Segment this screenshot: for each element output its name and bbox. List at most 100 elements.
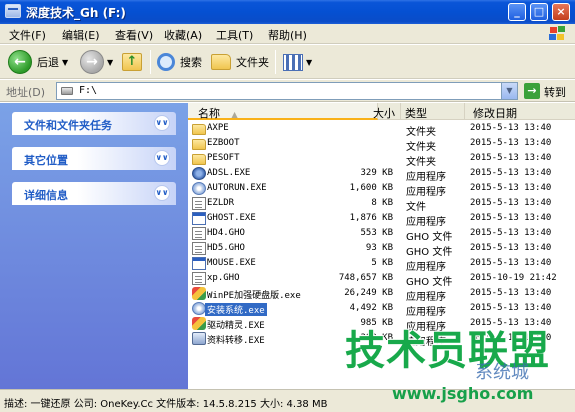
menu-edit[interactable]: 编辑(E) [62, 27, 100, 43]
file-modified: 2015-5-13 13:40 [470, 198, 552, 208]
file-row[interactable]: MOUSE.EXE 5 KB 应用程序 2015-5-13 13:40 [188, 257, 575, 273]
close-button[interactable]: × [552, 3, 570, 21]
file-size: 4,492 KB [349, 303, 393, 313]
file-icon [192, 272, 206, 285]
file-type: 应用程序 [406, 187, 446, 198]
task-group-file-folder-tasks[interactable]: 文件和文件夹任务 ∨∨ [12, 112, 176, 135]
column-header-name[interactable]: 名称 ▲ [188, 103, 378, 120]
toolbar: ← 后退 ▼ → ▼ ↑ 搜索 文件夹 ▼ [0, 45, 575, 79]
task-group-other-places[interactable]: 其它位置 ∨∨ [12, 147, 176, 170]
file-type: 文件 [406, 202, 426, 213]
address-dropdown-icon[interactable]: ▼ [501, 83, 517, 99]
search-icon [157, 53, 175, 71]
sort-ascending-icon: ▲ [231, 110, 238, 119]
file-size: 748,657 KB [338, 273, 393, 283]
file-row[interactable]: EZLDR 8 KB 文件 2015-5-13 13:40 [188, 197, 575, 213]
column-header-type[interactable]: 类型 [401, 103, 465, 120]
go-arrow-icon[interactable]: → [524, 83, 540, 99]
file-name: xp.GHO [207, 273, 240, 283]
chevron-down-icon[interactable]: ∨∨ [154, 150, 170, 166]
views-dropdown-icon[interactable]: ▼ [306, 58, 312, 67]
folders-button[interactable]: 文件夹 [211, 49, 269, 75]
up-folder-icon: ↑ [122, 53, 142, 71]
search-button[interactable]: 搜索 [157, 49, 202, 75]
address-bar: 地址(D) F:\ ▼ → 转到 [0, 80, 575, 102]
file-name: EZLDR [207, 198, 235, 208]
file-name: PESOFT [207, 153, 240, 163]
folder-icon [192, 139, 206, 150]
watermark-side-text: 系统城 [475, 362, 529, 383]
file-row[interactable]: HD4.GHO 553 KB GHO 文件 2015-5-13 13:40 [188, 227, 575, 243]
up-folder-button[interactable]: ↑ [122, 49, 142, 75]
menu-help[interactable]: 帮助(H) [268, 27, 307, 43]
forward-dropdown-icon[interactable]: ▼ [107, 58, 113, 67]
file-row[interactable]: EZBOOT 文件夹 2015-5-13 13:40 [188, 137, 575, 153]
file-row[interactable]: PESOFT 文件夹 2015-5-13 13:40 [188, 152, 575, 168]
file-row[interactable]: GHOST.EXE 1,876 KB 应用程序 2015-5-13 13:40 [188, 212, 575, 228]
file-type: 文件夹 [406, 157, 436, 168]
file-name: HD4.GHO [207, 228, 245, 238]
file-type: GHO 文件 [406, 277, 453, 288]
menu-favorites[interactable]: 收藏(A) [164, 27, 202, 43]
views-button[interactable]: ▼ [283, 49, 312, 75]
menu-view[interactable]: 查看(V) [115, 27, 153, 43]
file-row[interactable]: WinPE加强硬盘版.exe 26,249 KB 应用程序 2015-5-13 13:… [188, 287, 575, 303]
folders-label: 文件夹 [236, 56, 269, 69]
file-modified: 2015-5-13 13:40 [470, 228, 552, 238]
file-name: ADSL.EXE [207, 168, 251, 178]
file-modified: 2015-5-13 13:40 [470, 213, 552, 223]
chevron-down-icon[interactable]: ∨∨ [154, 185, 170, 201]
address-value: F:\ [79, 85, 98, 96]
file-modified: 2015-5-13 13:40 [470, 123, 552, 133]
file-row[interactable]: HD5.GHO 93 KB GHO 文件 2015-5-13 13:40 [188, 242, 575, 258]
forward-arrow-icon: → [80, 50, 104, 74]
status-text: 描述: 一键还原 公司: OneKey.Cc 文件版本: 14.5.8.215 … [4, 399, 328, 410]
folder-icon [192, 124, 206, 135]
title-bar: 深度技术_Gh (F:) _ □ × [0, 0, 575, 24]
file-size: 5 KB [371, 258, 393, 268]
pc-icon [192, 332, 206, 345]
back-button[interactable]: ← 后退 ▼ [8, 49, 68, 75]
file-type: 应用程序 [406, 262, 446, 273]
go-button[interactable]: 转到 [544, 84, 566, 100]
window-icon [5, 4, 21, 18]
menu-file[interactable]: 文件(F) [9, 27, 46, 43]
column-header-row: 名称 ▲ 大小 类型 修改日期 [188, 103, 575, 120]
cdrom-icon [192, 302, 206, 315]
task-group-title: 详细信息 [24, 189, 68, 202]
file-size: 93 KB [365, 243, 393, 253]
windows-logo-icon [549, 26, 567, 42]
file-type: 应用程序 [406, 217, 446, 228]
back-dropdown-icon[interactable]: ▼ [62, 58, 68, 67]
task-group-details[interactable]: 详细信息 ∨∨ [12, 182, 176, 205]
address-label: 地址(D) [6, 86, 46, 99]
file-type: 应用程序 [406, 307, 446, 318]
file-size: 1,600 KB [349, 183, 393, 193]
minimize-button[interactable]: _ [508, 3, 526, 21]
exe-icon [192, 212, 206, 225]
file-name: MOUSE.EXE [207, 258, 256, 268]
menu-tools[interactable]: 工具(T) [216, 27, 253, 43]
file-type: GHO 文件 [406, 247, 453, 258]
maximize-button[interactable]: □ [530, 3, 548, 21]
file-modified: 2015-10-19 21:42 [470, 273, 557, 283]
forward-button[interactable]: → ▼ [80, 49, 113, 75]
menu-bar: 文件(F) 编辑(E) 查看(V) 收藏(A) 工具(T) 帮助(H) [0, 24, 575, 44]
chevron-down-icon[interactable]: ∨∨ [154, 115, 170, 131]
file-modified: 2015-5-13 13:40 [470, 243, 552, 253]
file-row[interactable]: xp.GHO 748,657 KB GHO 文件 2015-10-19 21:42 [188, 272, 575, 288]
column-label: 名称 [198, 107, 220, 120]
task-group-title: 文件和文件夹任务 [24, 119, 112, 132]
drive-icon [61, 87, 73, 95]
file-name: WinPE加强硬盘版.exe [207, 291, 301, 301]
file-row[interactable]: AUTORUN.EXE 1,600 KB 应用程序 2015-5-13 13:40 [188, 182, 575, 198]
file-row[interactable]: ADSL.EXE 329 KB 应用程序 2015-5-13 13:40 [188, 167, 575, 183]
address-input[interactable]: F:\ ▼ [56, 82, 518, 100]
file-modified: 2015-5-13 13:40 [470, 303, 552, 313]
column-header-modified[interactable]: 修改日期 [465, 103, 575, 120]
back-arrow-icon: ← [8, 50, 32, 74]
tool-icon [192, 287, 206, 300]
file-row[interactable]: 安装系统.exe 4,492 KB 应用程序 2015-5-13 13:40 [188, 302, 575, 318]
file-row[interactable]: AXPE 文件夹 2015-5-13 13:40 [188, 122, 575, 138]
folder-icon [192, 154, 206, 165]
